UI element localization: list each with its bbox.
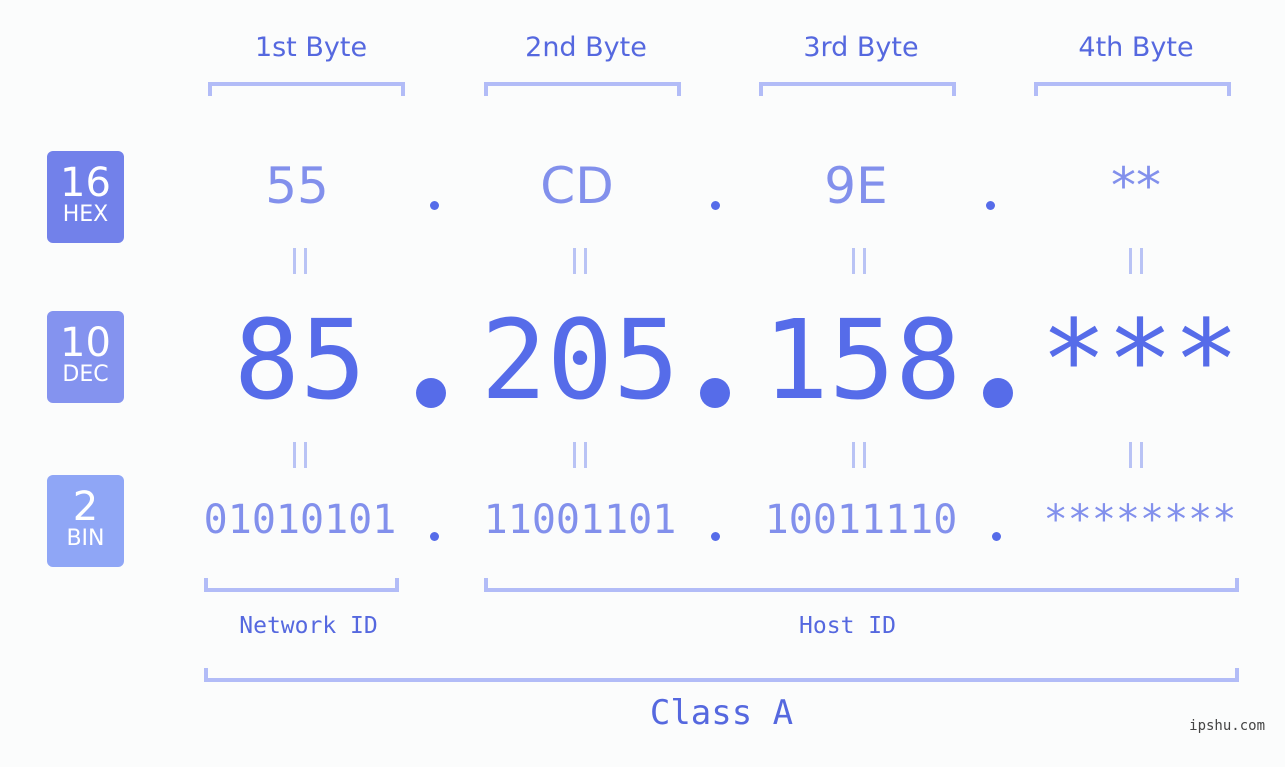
bin-dot-2	[711, 532, 720, 541]
byte-label-2: 2nd Byte	[525, 32, 647, 63]
byte-label-3: 3rd Byte	[803, 32, 919, 63]
hex-badge: 16 HEX	[47, 151, 124, 243]
bin-value-4: ********	[1043, 497, 1237, 543]
host-id-label: Host ID	[799, 613, 896, 639]
dec-value-4: ***	[1040, 296, 1240, 424]
watermark: ipshu.com	[1189, 718, 1265, 734]
byte-label-1: 1st Byte	[254, 32, 368, 63]
bin-badge: 2 BIN	[47, 475, 124, 567]
hex-name: HEX	[62, 202, 109, 227]
hex-dot-2	[711, 201, 720, 210]
equals-icon	[1129, 442, 1143, 468]
byte-bracket-3	[759, 82, 956, 96]
hex-value-4: **	[1111, 157, 1161, 215]
equals-icon	[1129, 248, 1143, 274]
bin-value-1: 01010101	[203, 497, 397, 543]
equals-icon	[852, 248, 866, 274]
network-id-label: Network ID	[239, 613, 378, 639]
byte-bracket-1	[208, 82, 405, 96]
hex-value-3: 9E	[824, 157, 888, 215]
bin-name: BIN	[66, 526, 105, 551]
hex-dot-3	[986, 201, 995, 210]
equals-icon	[852, 442, 866, 468]
dec-value-2: 205	[480, 296, 680, 424]
dec-name: DEC	[62, 362, 109, 387]
equals-icon	[293, 248, 307, 274]
bin-value-2: 11001101	[483, 497, 677, 543]
equals-icon	[573, 442, 587, 468]
class-bracket	[204, 668, 1239, 682]
dec-dot-3	[983, 378, 1013, 408]
hex-dot-1	[430, 201, 439, 210]
dec-dot-2	[700, 378, 730, 408]
bin-base: 2	[72, 484, 99, 530]
bin-value-3: 10011110	[764, 497, 958, 543]
dec-value-3: 158	[762, 296, 962, 424]
hex-value-2: CD	[540, 157, 614, 215]
dec-value-1: 85	[233, 296, 367, 424]
byte-bracket-4	[1034, 82, 1231, 96]
bin-dot-3	[992, 532, 1001, 541]
byte-label-4: 4th Byte	[1078, 32, 1194, 63]
hex-base: 16	[60, 160, 111, 206]
hex-value-1: 55	[265, 157, 329, 215]
equals-icon	[573, 248, 587, 274]
class-label: Class A	[649, 693, 794, 733]
network-id-bracket	[204, 578, 399, 592]
dec-base: 10	[60, 320, 111, 366]
dec-dot-1	[416, 378, 446, 408]
equals-icon	[293, 442, 307, 468]
host-id-bracket	[484, 578, 1239, 592]
bin-dot-1	[430, 532, 439, 541]
dec-badge: 10 DEC	[47, 311, 124, 403]
byte-bracket-2	[484, 82, 681, 96]
